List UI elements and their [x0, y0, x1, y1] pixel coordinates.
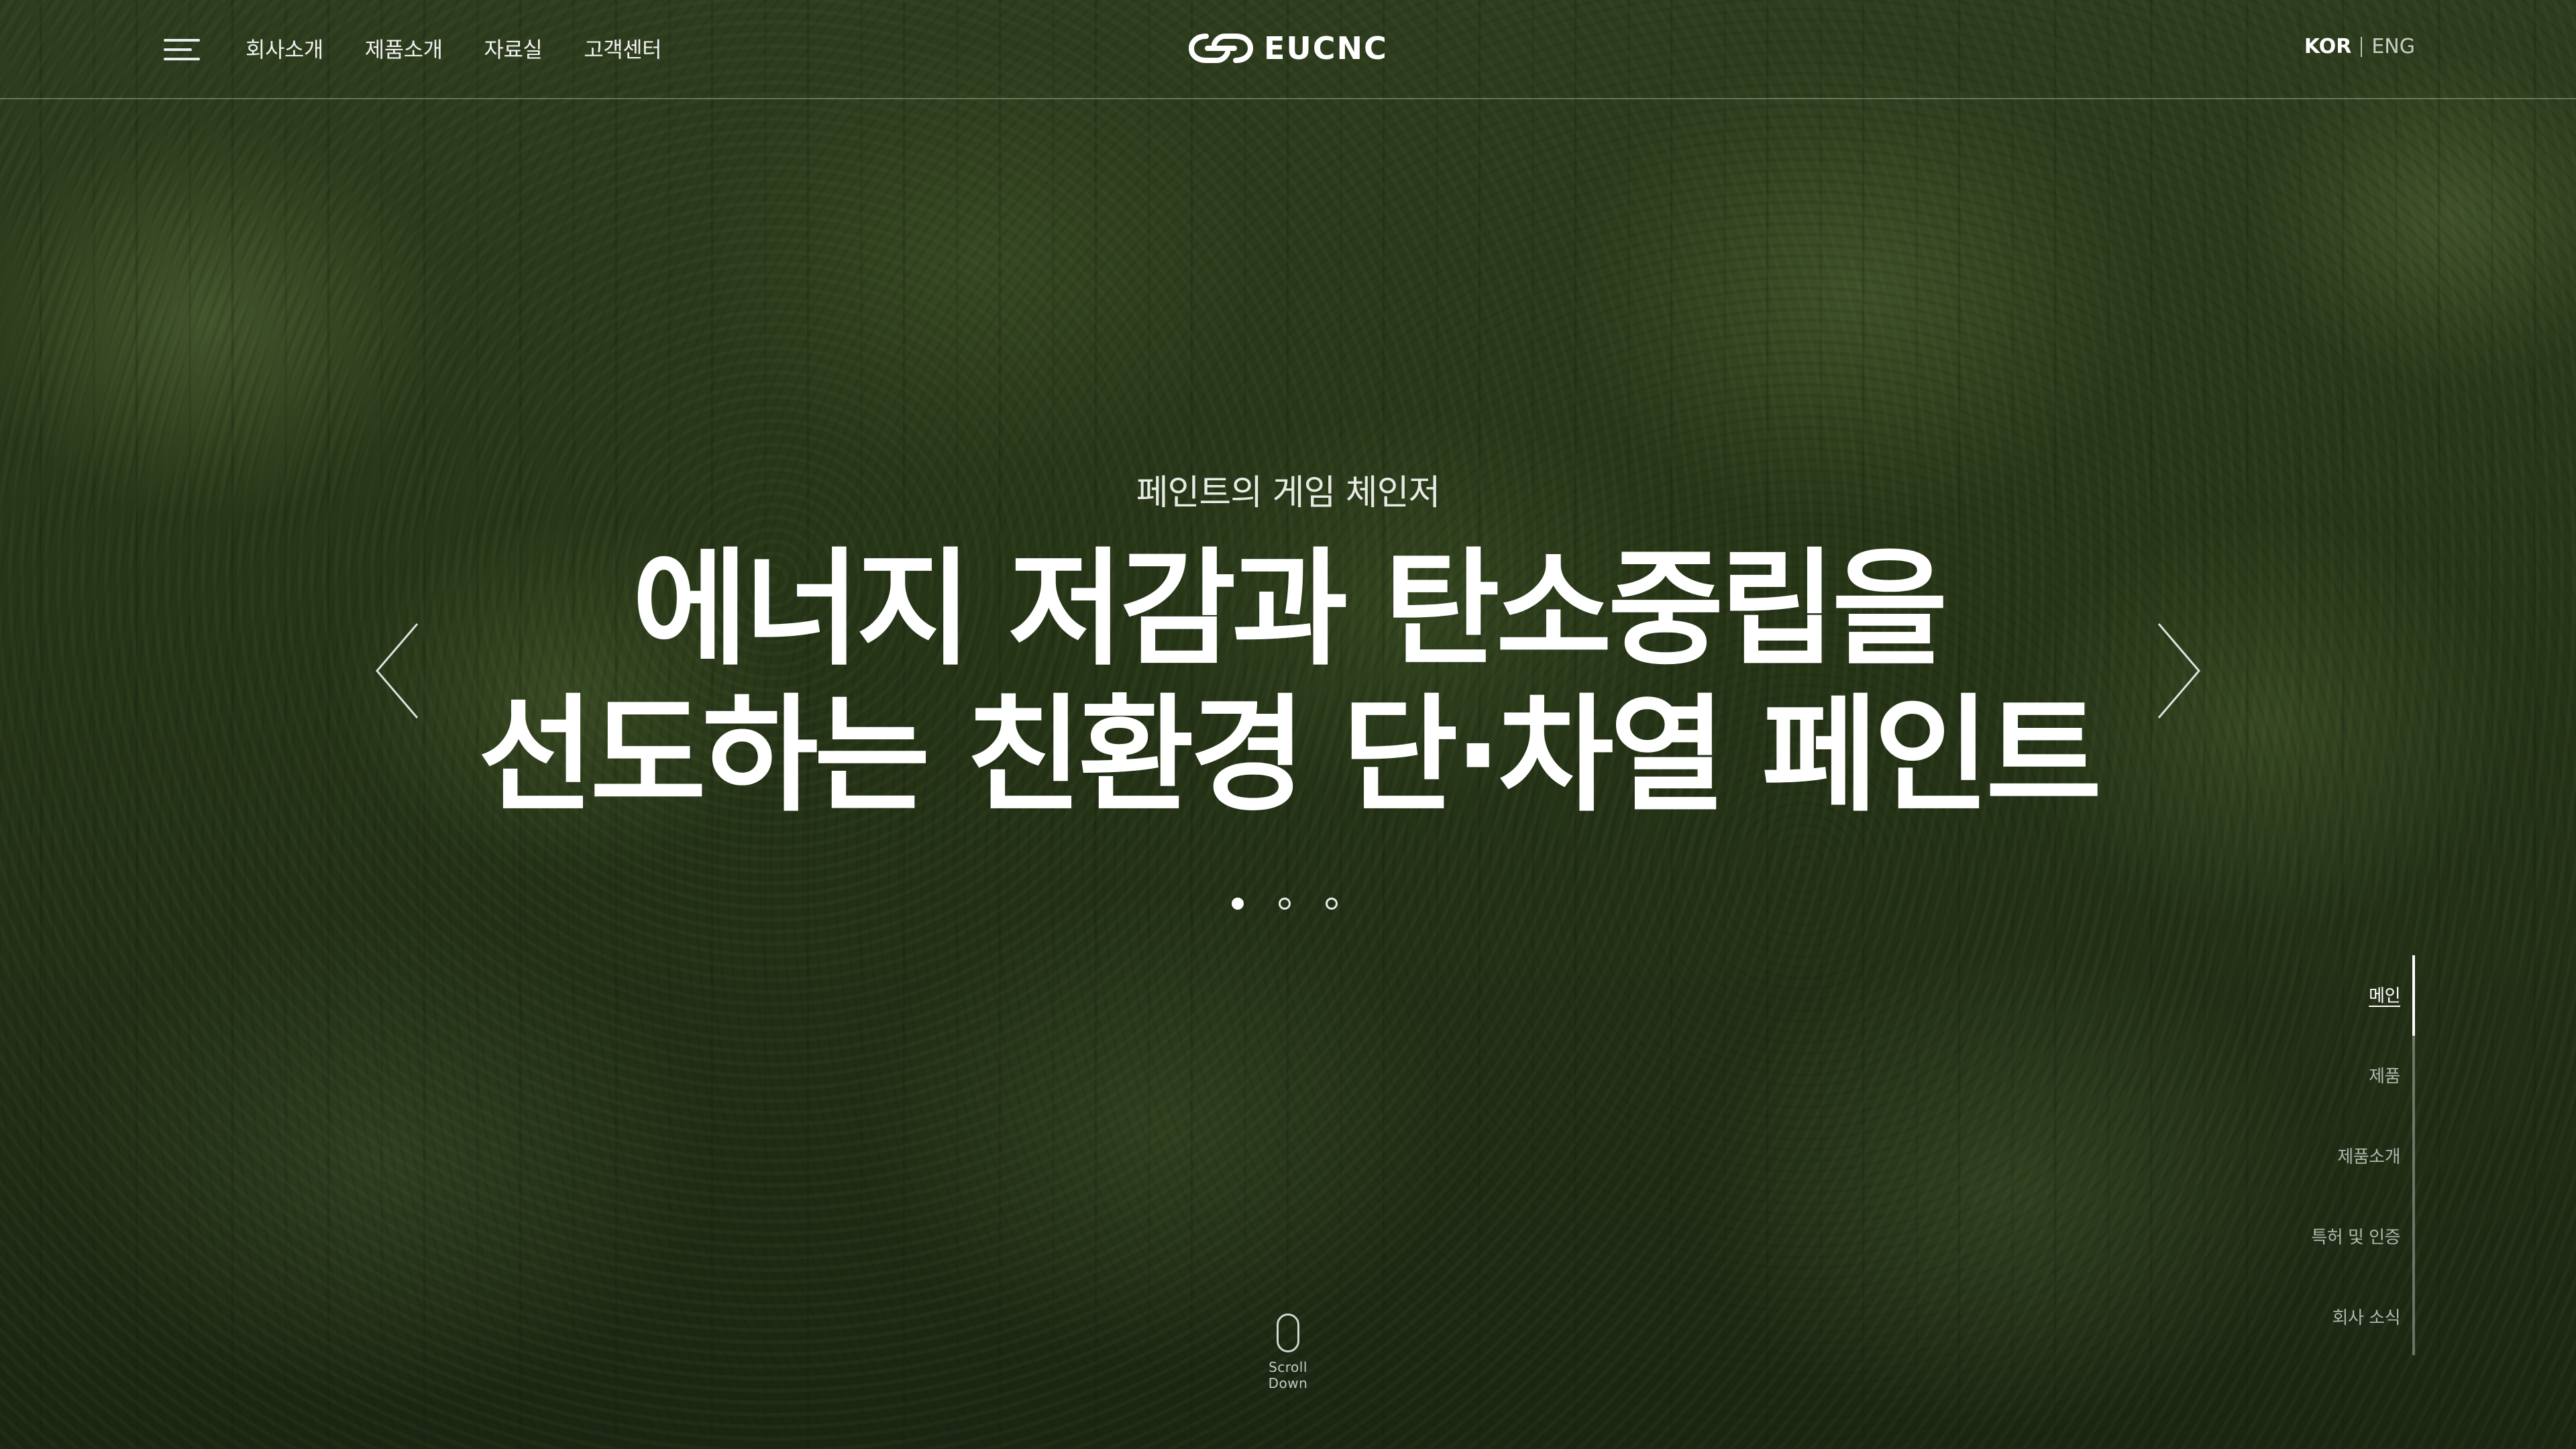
slider-prev-button[interactable] [370, 617, 424, 724]
site-header: 회사소개 제품소개 자료실 고객센터 EUCNC KOR ENG [0, 0, 2576, 99]
section-nav-item-product[interactable]: 제품 [2369, 1063, 2400, 1087]
mouse-icon [1277, 1313, 1299, 1352]
hamburger-menu-icon[interactable] [164, 36, 200, 63]
main-nav: 회사소개 제품소개 자료실 고객센터 [246, 34, 662, 66]
section-nav-item-patents[interactable]: 특허 및 인증 [2311, 1224, 2400, 1248]
nav-item-support[interactable]: 고객센터 [584, 34, 661, 66]
language-switcher: KOR ENG [2304, 35, 2415, 58]
logo-mark-icon [1188, 34, 1254, 63]
slider-pagination [1232, 898, 1338, 910]
scroll-down-label: Scroll Down [1268, 1359, 1308, 1391]
nav-item-archive[interactable]: 자료실 [484, 34, 543, 66]
hero-subtitle: 페인트의 게임 체인저 [1136, 473, 1441, 513]
section-nav-item-main[interactable]: 메인 [2369, 982, 2400, 1007]
slider-dot-1[interactable] [1232, 898, 1244, 910]
section-nav-item-product-intro[interactable]: 제품소개 [2337, 1143, 2400, 1168]
section-nav-item-news[interactable]: 회사 소식 [2332, 1304, 2401, 1329]
main-page: 회사소개 제품소개 자료실 고객센터 EUCNC KOR ENG 페인트의 게임… [0, 0, 2576, 1449]
scroll-down-indicator[interactable]: Scroll Down [1248, 1313, 1328, 1391]
section-nav-indicator [2412, 955, 2415, 1036]
section-nav: 메인 제품 제품소개 특허 및 인증 회사 소식 [2241, 955, 2415, 1355]
lang-eng[interactable]: ENG [2371, 35, 2415, 58]
nav-item-products[interactable]: 제품소개 [365, 34, 443, 66]
lang-kor[interactable]: KOR [2304, 35, 2352, 58]
slider-dot-3[interactable] [1326, 898, 1338, 910]
logo-text: EUCNC [1264, 30, 1388, 66]
slider-dot-2[interactable] [1279, 898, 1291, 910]
chevron-right-icon [2157, 623, 2200, 718]
chevron-left-icon [376, 623, 419, 718]
lang-divider [2361, 36, 2363, 57]
site-logo[interactable]: EUCNC [1187, 30, 1388, 67]
slider-next-button[interactable] [2152, 617, 2206, 724]
nav-item-company[interactable]: 회사소개 [246, 34, 323, 66]
